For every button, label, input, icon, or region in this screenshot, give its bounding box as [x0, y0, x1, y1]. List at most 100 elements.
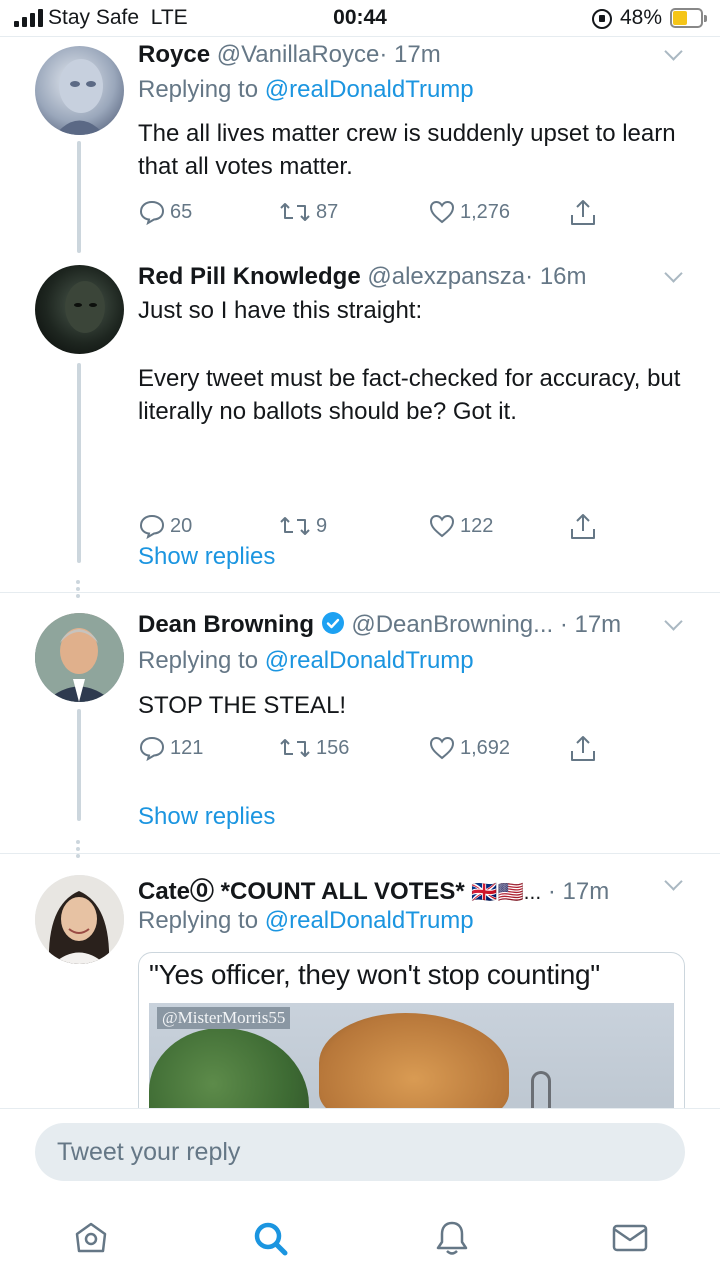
- tweet-text: STOP THE STEAL!: [138, 692, 347, 719]
- media-card[interactable]: "Yes officer, they won't stop counting" …: [138, 952, 685, 1108]
- reply-count: 20: [170, 514, 193, 537]
- chevron-down-icon[interactable]: [664, 612, 683, 631]
- author-name[interactable]: Cate⓪ *COUNT ALL VOTES*: [138, 878, 465, 905]
- more-replies-dots: [76, 840, 80, 861]
- reply-bar: [0, 1108, 720, 1198]
- share-button[interactable]: [568, 198, 598, 228]
- like-button[interactable]: 122: [428, 512, 493, 540]
- mention-link[interactable]: @realDonaldTrump: [265, 76, 474, 103]
- retweet-count: 87: [316, 200, 339, 223]
- reply-count: 121: [170, 736, 204, 759]
- like-button[interactable]: 1,692: [428, 734, 510, 762]
- reply-icon: [139, 736, 165, 762]
- retweet-count: 9: [316, 514, 328, 537]
- reply-icon: [139, 514, 165, 540]
- search-icon: [254, 1222, 288, 1256]
- author-name[interactable]: Dean Browning: [138, 611, 314, 638]
- retweet-icon: [280, 739, 310, 757]
- verified-badge-icon: [321, 612, 344, 634]
- avatar[interactable]: [35, 875, 124, 964]
- tweet-header: Dean Browning @DeanBrowning... · 17m: [138, 611, 621, 639]
- replying-to: Replying to @realDonaldTrump: [138, 907, 474, 934]
- hair: [319, 1013, 509, 1108]
- share-button[interactable]: [568, 512, 598, 542]
- reply-icon: [139, 200, 165, 226]
- like-count: 122: [460, 514, 494, 537]
- tweet-text: Just so I have this straight: Every twee…: [138, 297, 681, 425]
- author-name[interactable]: Red Pill Knowledge: [138, 263, 361, 290]
- avatar[interactable]: [35, 265, 124, 354]
- clock: 00:44: [333, 6, 387, 29]
- tab-search[interactable]: [250, 1218, 290, 1258]
- bell-icon: [436, 1221, 468, 1255]
- divider: [0, 592, 720, 593]
- reply-button[interactable]: 121: [138, 734, 203, 762]
- reply-feed[interactable]: Royce @VanillaRoyce· 17m Replying to @re…: [0, 36, 720, 1108]
- show-replies-link[interactable]: Show replies: [138, 803, 275, 831]
- tweet-reply-input[interactable]: [35, 1123, 685, 1181]
- reply-button[interactable]: 20: [138, 512, 192, 540]
- mention-link[interactable]: @realDonaldTrump: [265, 647, 474, 674]
- heart-icon: [429, 514, 455, 538]
- tweet-actions: 20 9 122: [138, 512, 618, 542]
- thread-line: [77, 709, 81, 821]
- media-image[interactable]: @MisterMorris55: [149, 1003, 674, 1108]
- flag-emojis: 🇬🇧🇺🇸...: [471, 881, 542, 904]
- author-handle[interactable]: @alexzpansza: [367, 263, 525, 290]
- media-watermark: @MisterMorris55: [157, 1007, 291, 1029]
- chevron-down-icon[interactable]: [664, 42, 683, 61]
- author-handle[interactable]: @VanillaRoyce: [217, 41, 380, 68]
- share-icon: [571, 514, 595, 539]
- envelope-icon: [612, 1224, 648, 1252]
- rotation-lock-icon: [592, 9, 612, 29]
- home-icon: [75, 1222, 107, 1253]
- heart-icon: [429, 200, 455, 224]
- tab-bar: [0, 1198, 720, 1280]
- like-button[interactable]: 1,276: [428, 198, 510, 226]
- show-replies-link[interactable]: Show replies: [138, 543, 275, 571]
- tweet-time: · 17m: [379, 41, 441, 68]
- like-count: 1,276: [460, 200, 511, 223]
- divider: [0, 853, 720, 854]
- tweet-header: Royce @VanillaRoyce· 17m: [138, 41, 441, 69]
- author-name[interactable]: Royce: [138, 41, 210, 68]
- avatar[interactable]: [35, 613, 124, 702]
- media-caption: "Yes officer, they won't stop counting": [149, 959, 600, 990]
- tweet-actions: 65 87 1,276: [138, 198, 618, 228]
- retweet-count: 156: [316, 736, 350, 759]
- thread-line: [77, 141, 81, 253]
- tweet-time: · 17m: [559, 611, 622, 638]
- author-handle[interactable]: @DeanBrowning...: [351, 611, 553, 638]
- mention-link[interactable]: @realDonaldTrump: [265, 907, 474, 934]
- share-button[interactable]: [568, 734, 598, 764]
- chevron-down-icon[interactable]: [664, 264, 683, 283]
- tab-notifications[interactable]: [432, 1218, 472, 1258]
- more-replies-dots: [76, 580, 80, 601]
- tweet-time: · 17m: [547, 878, 610, 905]
- tweet-royce[interactable]: Royce @VanillaRoyce· 17m Replying to @re…: [0, 37, 720, 267]
- tab-messages[interactable]: [610, 1218, 650, 1258]
- battery-fill: [673, 11, 687, 25]
- tweet-dean-browning[interactable]: Dean Browning @DeanBrowning... · 17m Rep…: [0, 599, 720, 858]
- retweet-icon: [280, 203, 310, 221]
- tweet-header: Cate⓪ *COUNT ALL VOTES* 🇬🇧🇺🇸... · 17m: [138, 871, 609, 906]
- retweet-icon: [280, 517, 310, 535]
- tweet-red-pill-knowledge[interactable]: Red Pill Knowledge @alexzpansza· 16m Jus…: [0, 259, 720, 598]
- status-bar: Stay Safe LTE 00:44 48%: [0, 0, 720, 36]
- thread-line: [77, 363, 81, 563]
- chevron-down-icon[interactable]: [664, 872, 683, 891]
- replying-to: Replying to @realDonaldTrump: [138, 647, 474, 674]
- pole: [531, 1071, 551, 1108]
- tweet-actions: 121 156 1,692: [138, 734, 618, 764]
- battery-percent: 48%: [620, 6, 663, 29]
- reply-button[interactable]: 65: [138, 198, 192, 226]
- retweet-button[interactable]: 87: [278, 198, 338, 226]
- retweet-button[interactable]: 156: [278, 734, 349, 762]
- battery-icon: [670, 8, 707, 28]
- avatar[interactable]: [35, 46, 124, 135]
- share-icon: [571, 200, 595, 225]
- reply-count: 65: [170, 200, 193, 223]
- retweet-button[interactable]: 9: [278, 512, 327, 540]
- replying-to: Replying to @realDonaldTrump: [138, 76, 474, 103]
- tab-home[interactable]: [71, 1218, 111, 1258]
